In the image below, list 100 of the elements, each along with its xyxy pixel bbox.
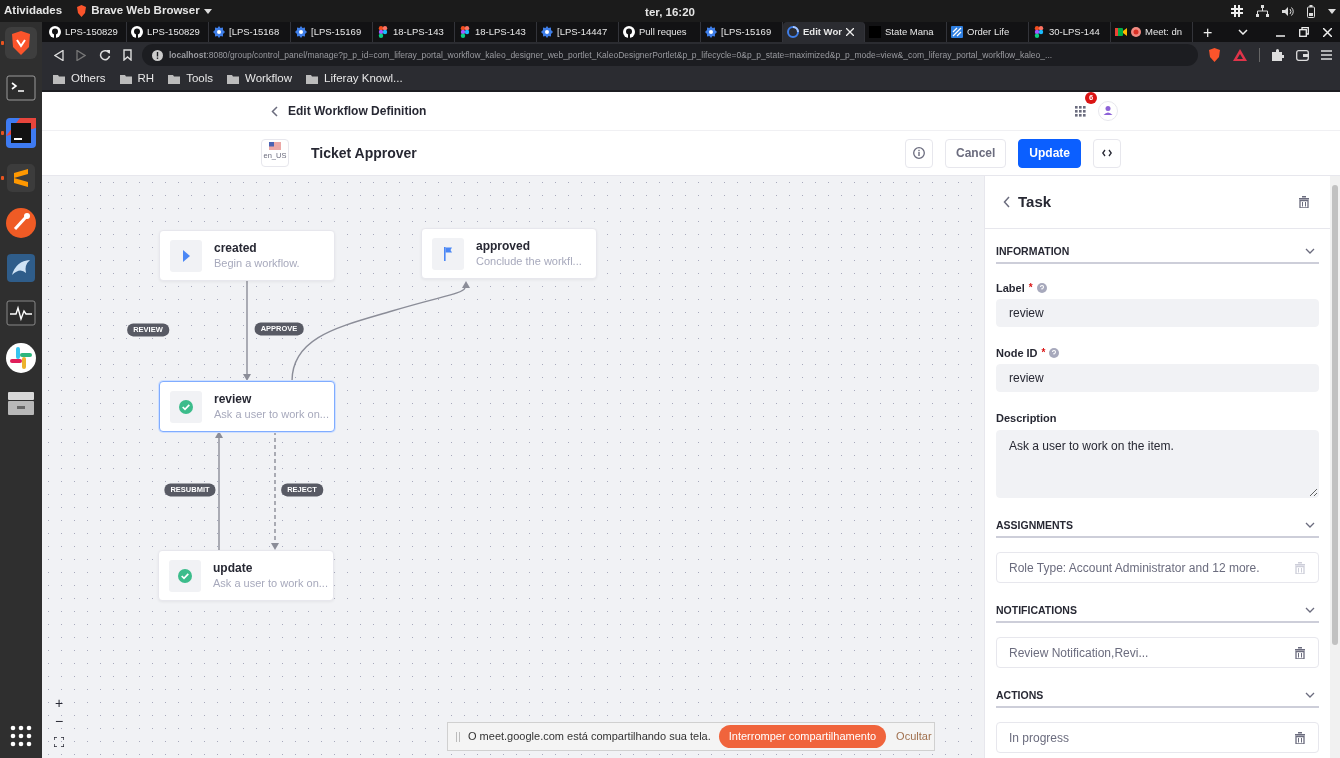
bookmark-icon[interactable] [123, 49, 132, 61]
transition-arrow[interactable] [215, 431, 223, 551]
workflow-node[interactable]: created Begin a workflow. [159, 230, 335, 281]
field-label: Description [996, 411, 1057, 425]
clock[interactable]: ter, 16:20 [645, 6, 695, 18]
browser-tab[interactable]: Edit Wor [783, 22, 865, 42]
bookmark-folder[interactable]: Tools [168, 70, 213, 88]
info-icon [152, 49, 163, 61]
section-header[interactable]: ASSIGNMENTS [996, 498, 1319, 538]
dots-logo-icon [459, 26, 471, 38]
share-message: O meet.google.com está compartilhando sua tela. [468, 729, 711, 745]
cancel-button[interactable]: Cancel [944, 138, 1007, 168]
editor-icon[interactable] [4, 161, 38, 195]
close-icon[interactable] [845, 28, 854, 36]
back-icon[interactable] [54, 49, 64, 61]
hide-link[interactable]: Ocultar [894, 728, 934, 745]
folder-icon [53, 74, 65, 84]
trash-icon[interactable] [1294, 731, 1306, 744]
bookmark-folder[interactable]: Liferay Knowl... [306, 70, 403, 88]
restore-icon[interactable] [1299, 27, 1309, 37]
caret-icon [203, 8, 212, 14]
node-description: Begin a workflow. [214, 255, 300, 271]
scrollbar[interactable] [1330, 176, 1340, 758]
caret-icon[interactable] [1328, 8, 1336, 14]
folder-icon [168, 74, 181, 84]
panel-title: Task [1018, 191, 1052, 212]
workflow-title: Ticket Approver [311, 143, 417, 163]
node-title: created [214, 240, 258, 256]
address-bar[interactable]: localhost:8080/group/control_panel/manage?p_p_id=com_liferay_portal_workflow_kaleo_designer_web_portlet_KaleoDesignerPortlet&p_p_lifecycle=0&p_p_state=maximized&p_p_mode=view&_com_liferay_portal_workflow_kaleo_... [142, 44, 1198, 66]
user-avatar-icon[interactable] [1098, 101, 1118, 121]
back-chevron-icon[interactable] [271, 105, 278, 117]
text-field[interactable]: review [996, 364, 1319, 392]
zoom-in-button[interactable]: + [51, 695, 67, 711]
info-icon [912, 147, 925, 159]
reload-icon[interactable] [99, 49, 111, 61]
app-menu[interactable]: Brave Web Browser [76, 2, 212, 20]
scrollbar-thumb[interactable] [1332, 185, 1338, 645]
required-mark: * [1028, 281, 1033, 295]
dolphin-icon[interactable] [4, 251, 38, 285]
hash-icon[interactable] [1231, 5, 1243, 17]
pinwheel-icon[interactable] [4, 341, 38, 375]
update-button[interactable]: Update [1018, 138, 1081, 168]
workflow-node[interactable]: approved Conclude the workfl... [421, 228, 597, 279]
activities-button[interactable]: Atividades [4, 2, 63, 20]
back-chevron-icon[interactable] [1003, 196, 1010, 208]
info-button[interactable] [904, 138, 933, 168]
volume-icon[interactable] [1282, 5, 1294, 17]
transition-arrow[interactable] [271, 430, 279, 550]
bookmark-folder[interactable]: Workflow [227, 70, 293, 88]
trash-icon[interactable] [1298, 196, 1310, 208]
fit-view-icon[interactable] [54, 737, 64, 747]
list-item[interactable]: In progress [996, 722, 1319, 753]
source-button[interactable] [1093, 138, 1121, 168]
bookmark-folder[interactable]: Others [53, 70, 106, 88]
description-field[interactable]: Ask a user to work on the item. [996, 430, 1319, 498]
list-item[interactable]: Role Type: Account Administrator and 12 more. [996, 552, 1319, 583]
node-title: approved [476, 238, 531, 254]
workflow-node[interactable]: update Ask a user to work on... [158, 550, 334, 601]
new-tab-button[interactable]: + [1199, 24, 1217, 42]
shield-icon[interactable] [4, 26, 38, 60]
triangle-icon[interactable] [1233, 49, 1247, 61]
dots-logo-icon [1033, 26, 1045, 38]
gear-icon [295, 26, 307, 38]
battery-icon[interactable] [1307, 4, 1315, 18]
wallet-icon[interactable] [1296, 49, 1309, 61]
round-app-icon[interactable] [4, 206, 38, 240]
grid-logo-icon [951, 26, 963, 38]
field-label: Node ID [996, 346, 1038, 360]
forward-icon[interactable] [76, 49, 86, 61]
zoom-out-button[interactable]: − [51, 713, 67, 729]
ide-icon[interactable] [4, 116, 38, 150]
menu-icon[interactable] [1321, 50, 1332, 60]
text-field[interactable]: review [996, 299, 1319, 327]
bookmark-folder[interactable]: RH [119, 70, 155, 88]
field-label: Label [996, 281, 1025, 295]
record-icon [1131, 27, 1141, 37]
shield-icon[interactable] [1208, 48, 1221, 62]
trash-icon[interactable] [1294, 646, 1306, 659]
app-grid-icon[interactable] [10, 725, 32, 747]
folder-icon [227, 74, 239, 84]
section-header[interactable]: INFORMATION [996, 229, 1319, 264]
close-icon[interactable] [1323, 27, 1332, 37]
list-item[interactable]: Review Notification,Revi... [996, 637, 1319, 668]
transition-arrow[interactable] [243, 280, 251, 381]
gear-icon [213, 26, 225, 38]
chevron-down-icon [1305, 692, 1315, 698]
chevron-down-icon [1305, 522, 1315, 528]
flag-icon [432, 237, 464, 270]
drag-handle-icon[interactable] [456, 731, 460, 742]
chevron-down-icon [1305, 607, 1315, 613]
chevron-down-icon[interactable] [1238, 29, 1248, 35]
section-header[interactable]: NOTIFICATIONS [996, 583, 1319, 623]
spinner-icon [787, 26, 799, 38]
network-icon[interactable] [1256, 5, 1269, 17]
node-description: Conclude the workfl... [476, 253, 582, 269]
node-description: Ask a user to work on... [213, 575, 328, 591]
code-icon [1102, 149, 1112, 157]
workflow-node[interactable]: review Ask a user to work on... [159, 381, 335, 432]
section-header[interactable]: ACTIONS [996, 668, 1319, 708]
puzzle-icon[interactable] [1272, 49, 1284, 61]
